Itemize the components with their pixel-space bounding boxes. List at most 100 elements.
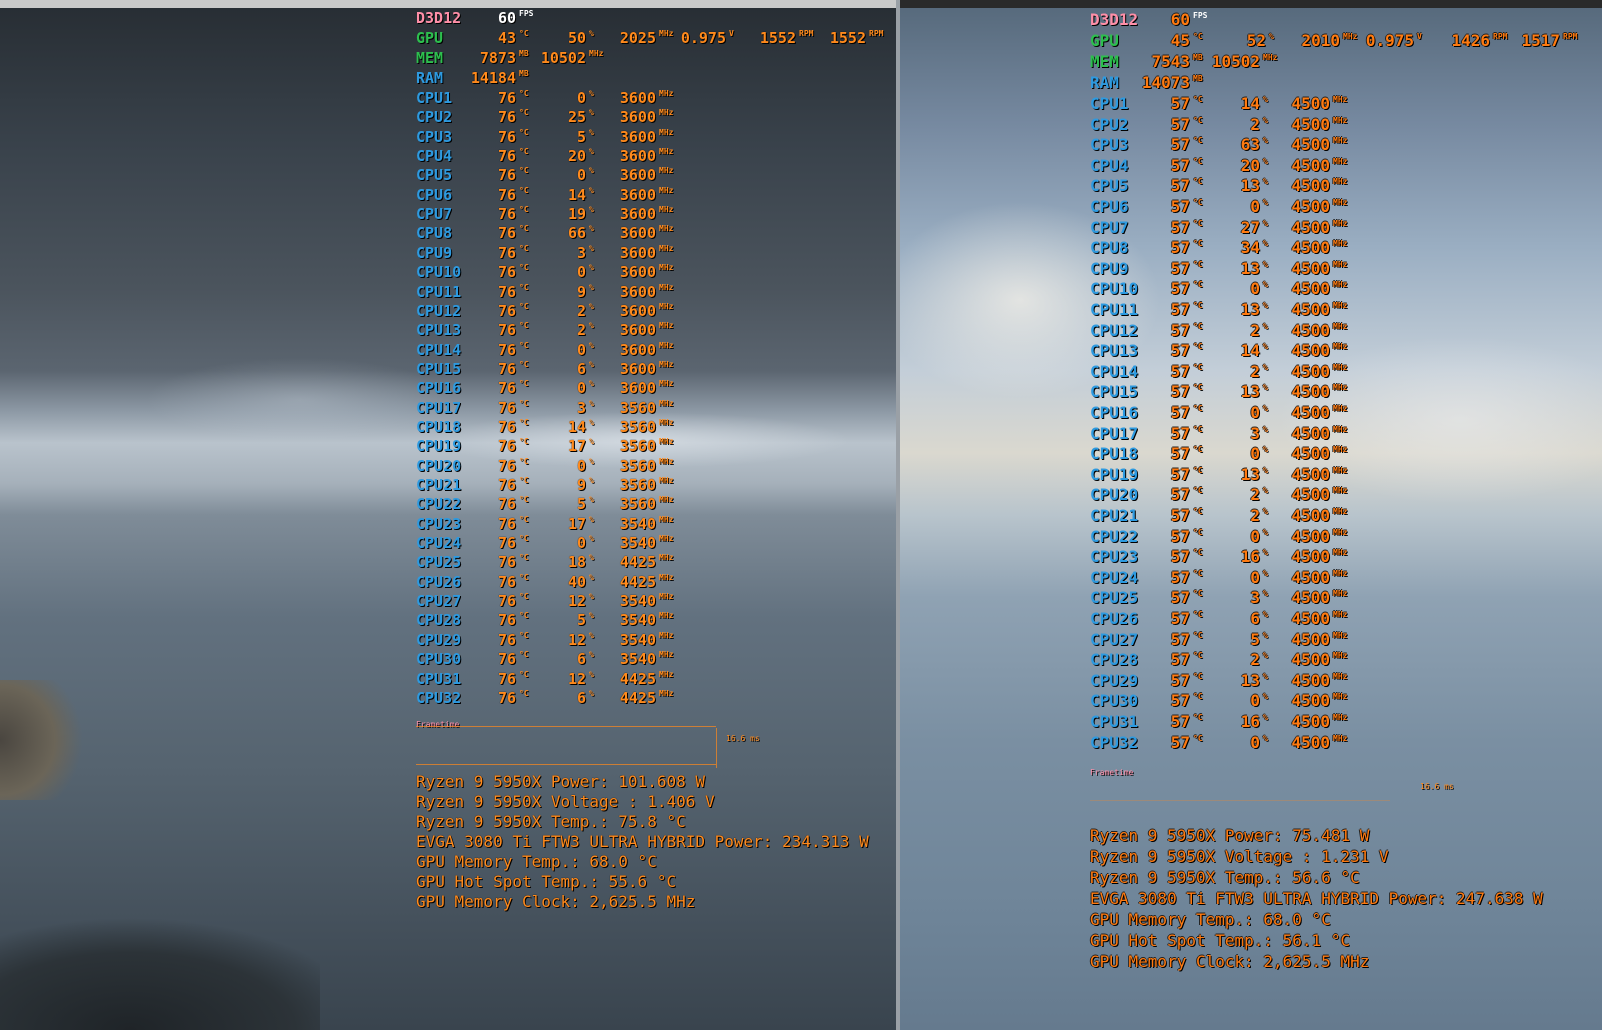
cpu-temp-unit: °C xyxy=(519,476,529,485)
cpu-load: 0 xyxy=(576,89,586,107)
cpu-temp-unit: °C xyxy=(1193,115,1203,125)
cpu-temp: 76 xyxy=(497,340,516,359)
cpu-load-unit: % xyxy=(1263,651,1268,661)
cpu-load: 6 xyxy=(1250,609,1260,628)
cpu-temp: 76 xyxy=(497,127,516,146)
cpu-temp: 76 xyxy=(497,205,516,224)
gpu-fan1: 1552 xyxy=(759,29,796,47)
cpu-clock: 3600 xyxy=(619,89,656,107)
cpu-clock: 3600 xyxy=(619,205,656,224)
cpu-clock-unit: MHz xyxy=(1333,568,1348,578)
cpu-load-unit: % xyxy=(589,495,594,505)
cpu-temp: 57 xyxy=(1170,341,1190,361)
cpu-clock: 3600 xyxy=(619,263,656,282)
cpu-clock-unit: MHz xyxy=(1333,218,1348,228)
cpu-temp: 76 xyxy=(497,650,516,669)
cpu-load-unit: % xyxy=(589,127,594,137)
cpu-load-unit: % xyxy=(589,89,594,98)
cpu-temp-unit: °C xyxy=(1193,198,1203,207)
gpu-mem-clock-stat: GPU Memory Clock: 2,625.5 MHz xyxy=(416,892,696,911)
gpu-voltage-unit: V xyxy=(1417,32,1422,41)
cpu-temp: 57 xyxy=(1170,361,1190,381)
cpu-label: CPU1 xyxy=(416,89,453,107)
cpu-load: 20 xyxy=(567,147,586,166)
cpu-label: CPU17 xyxy=(1090,423,1139,443)
cpu-load-unit: % xyxy=(1263,115,1268,125)
cpu-clock: 4500 xyxy=(1291,320,1330,340)
cpu-temp-unit: °C xyxy=(1193,424,1203,434)
cpu-temp-stat: Ryzen 9 5950X Temp.: 75.8 °C xyxy=(416,812,686,831)
cpu-clock: 3600 xyxy=(619,108,656,127)
cpu-temp-unit: °C xyxy=(1193,651,1203,661)
gpu-load-unit: % xyxy=(1269,32,1274,41)
frametime-label: Frametime xyxy=(1090,768,1134,777)
cpu-clock-unit: MHz xyxy=(1333,239,1348,249)
cpu-load: 0 xyxy=(576,379,586,398)
cpu-label: CPU19 xyxy=(416,437,462,456)
cpu-temp: 57 xyxy=(1170,547,1190,567)
cpu-temp: 76 xyxy=(497,379,516,398)
cpu-load: 13 xyxy=(1240,300,1260,319)
cpu-clock: 3560 xyxy=(619,417,656,436)
cpu-temp-unit: °C xyxy=(1193,610,1203,619)
cpu-clock-unit: MHz xyxy=(659,669,674,679)
cpu-temp: 76 xyxy=(497,553,516,572)
ram-used: 14184 xyxy=(470,69,516,87)
cpu-load-unit: % xyxy=(589,669,594,679)
frametime-graph-line xyxy=(1090,800,1390,801)
cpu-clock-unit: MHz xyxy=(1333,713,1348,722)
cpu-label: CPU24 xyxy=(416,534,462,553)
cpu-clock: 3600 xyxy=(619,379,656,398)
cpu-load: 14 xyxy=(567,185,586,204)
cpu-clock-unit: MHz xyxy=(1333,404,1348,413)
cpu-label: CPU31 xyxy=(416,669,462,688)
cpu-label: CPU12 xyxy=(1090,320,1139,340)
cpu-temp-unit: °C xyxy=(519,495,529,505)
cpu-label: CPU3 xyxy=(416,127,453,146)
cpu-temp-unit: °C xyxy=(1193,136,1203,146)
cpu-clock-unit: MHz xyxy=(1333,507,1348,516)
cpu-label: CPU14 xyxy=(416,340,462,359)
cpu-label: CPU10 xyxy=(1090,279,1139,299)
cpu-clock: 4425 xyxy=(619,553,656,572)
cpu-temp-unit: °C xyxy=(1193,362,1203,372)
cpu-load-unit: % xyxy=(1263,486,1268,496)
window-top-bar xyxy=(0,0,896,8)
cpu-clock: 3600 xyxy=(619,340,656,359)
cpu-load: 17 xyxy=(567,514,586,533)
cpu-temp: 57 xyxy=(1170,197,1190,216)
cpu-clock: 3540 xyxy=(619,514,656,533)
cpu-load: 6 xyxy=(576,688,586,707)
cpu-temp-unit: °C xyxy=(519,263,529,273)
cpu-load: 17 xyxy=(567,437,586,456)
cpu-clock-unit: MHz xyxy=(1333,362,1348,372)
frametime-value: 16.6 ms xyxy=(1420,782,1454,791)
cpu-clock-unit: MHz xyxy=(1333,589,1348,599)
cpu-load: 18 xyxy=(567,553,586,572)
cpu-temp: 57 xyxy=(1170,609,1190,628)
cpu-temp: 76 xyxy=(497,243,516,262)
cpu-temp-unit: °C xyxy=(1193,486,1203,496)
cpu-clock-unit: MHz xyxy=(1333,383,1348,393)
cpu-load: 5 xyxy=(1250,629,1260,649)
cpu-label: CPU7 xyxy=(1090,217,1129,237)
cpu-label: CPU31 xyxy=(1090,712,1139,731)
cpu-label: CPU5 xyxy=(1090,176,1129,196)
cpu-load-unit: % xyxy=(589,688,594,698)
cpu-label: CPU2 xyxy=(416,108,453,127)
cpu-temp-unit: °C xyxy=(1193,713,1203,722)
cpu-load: 0 xyxy=(1250,567,1260,587)
cpu-clock-unit: MHz xyxy=(659,108,674,118)
cpu-voltage-stat: Ryzen 9 5950X Voltage : 1.231 V xyxy=(1090,847,1389,866)
cpu-clock: 4500 xyxy=(1291,114,1330,134)
frametime-graph-line xyxy=(416,726,716,727)
cpu-temp: 76 xyxy=(497,166,516,185)
cpu-clock-unit: MHz xyxy=(659,127,674,137)
cpu-clock: 4500 xyxy=(1291,691,1330,711)
cpu-load-unit: % xyxy=(1263,733,1268,743)
cpu-clock-unit: MHz xyxy=(1333,733,1348,743)
cpu-clock-unit: MHz xyxy=(659,282,674,292)
cpu-load-unit: % xyxy=(589,166,594,176)
cpu-clock-unit: MHz xyxy=(1333,527,1348,537)
cpu-temp-unit: °C xyxy=(1193,507,1203,516)
